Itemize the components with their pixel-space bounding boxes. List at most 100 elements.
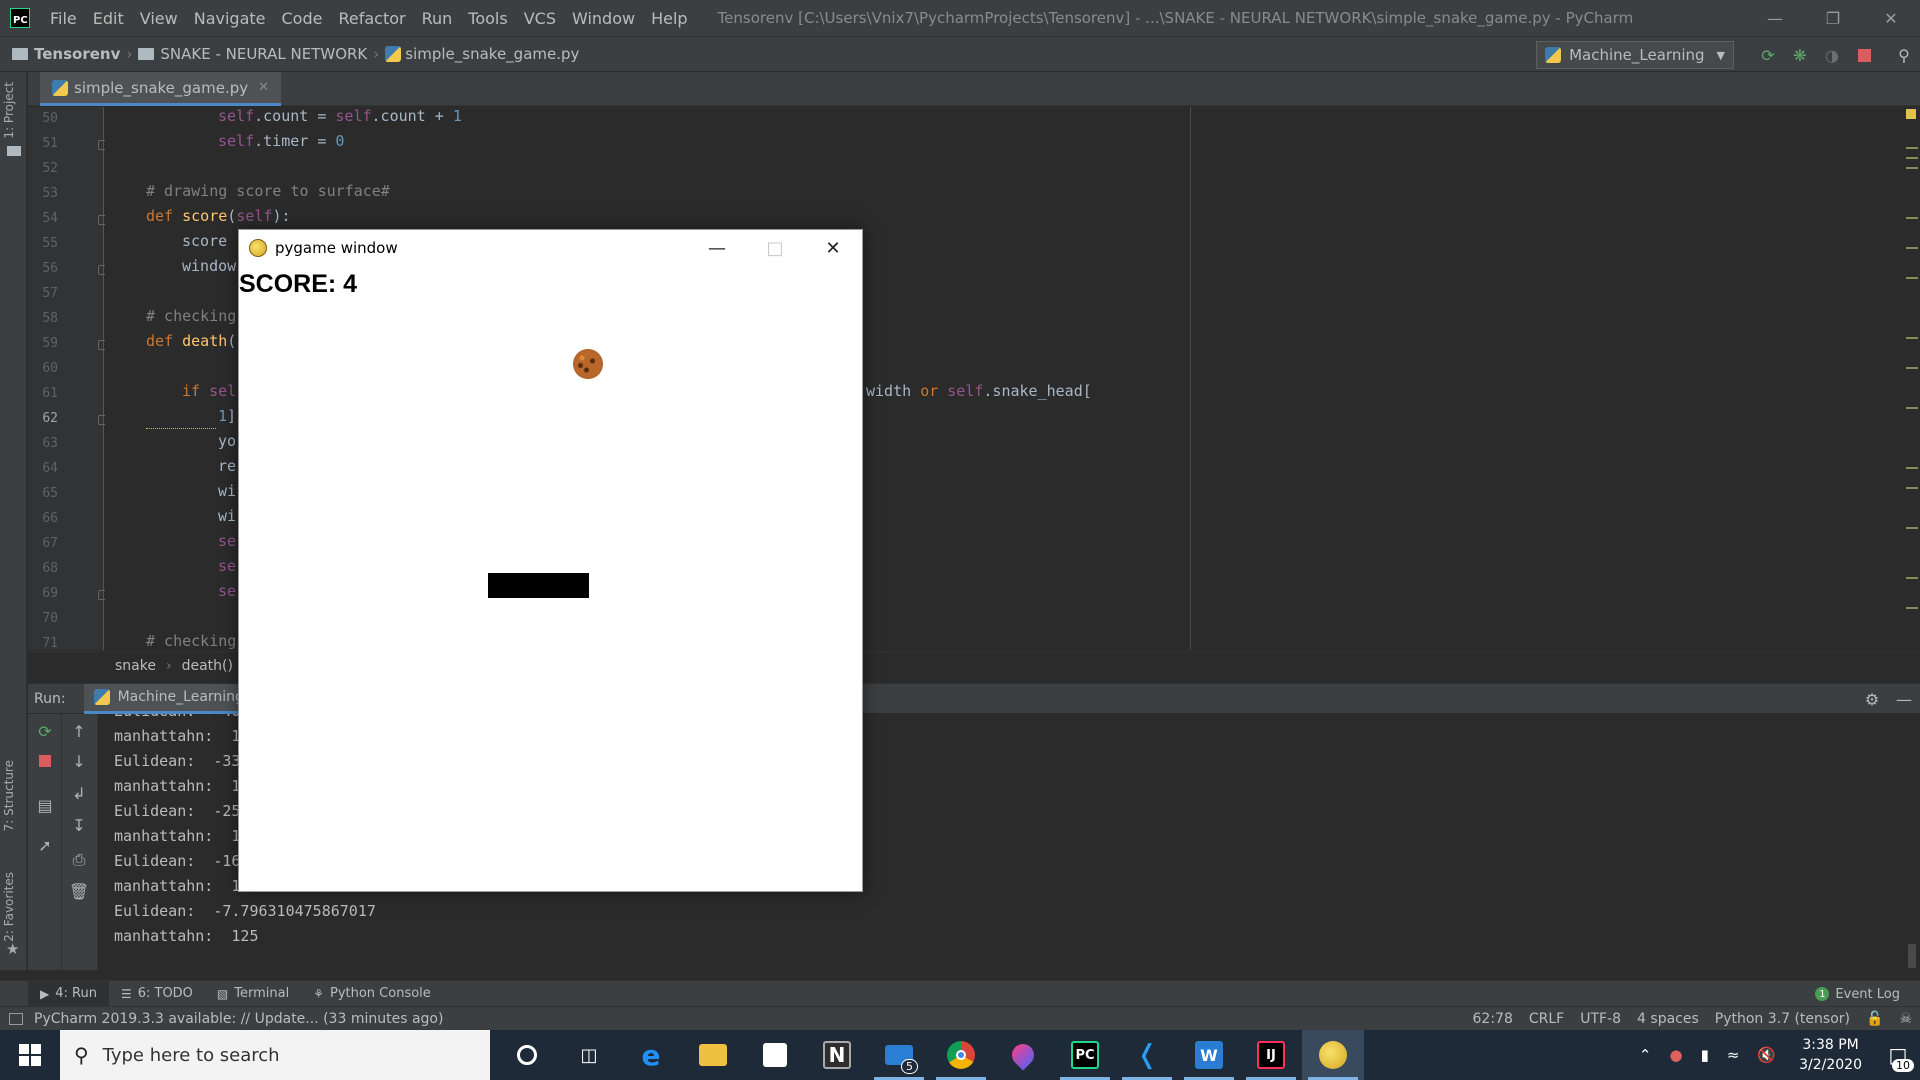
stop-icon[interactable]: [28, 752, 62, 771]
notification-center-button[interactable]: □ 10: [1876, 1030, 1920, 1080]
project-tool-tab[interactable]: 1: Project: [2, 82, 16, 139]
trash-icon[interactable]: 🗑: [62, 882, 96, 901]
pin-icon[interactable]: ➚: [28, 836, 62, 855]
minimize-panel-icon[interactable]: —: [1888, 690, 1920, 709]
word-app[interactable]: W: [1178, 1030, 1240, 1080]
editor-tab-simple-snake-game[interactable]: simple_snake_game.py ✕: [40, 72, 282, 106]
cortana-button[interactable]: [496, 1030, 558, 1080]
start-button[interactable]: [0, 1030, 60, 1080]
stripe-marker[interactable]: [1906, 407, 1918, 409]
arrow-down-icon[interactable]: ↓: [62, 752, 96, 771]
stripe-marker[interactable]: [1906, 487, 1918, 489]
close-icon[interactable]: ✕: [804, 230, 862, 266]
stripe-marker[interactable]: [1906, 157, 1918, 159]
menu-window[interactable]: Window: [564, 9, 643, 28]
minimize-icon[interactable]: —: [688, 230, 746, 266]
notion-app[interactable]: N: [806, 1030, 868, 1080]
soft-wrap-icon[interactable]: ↲: [62, 784, 96, 803]
pycharm-app[interactable]: PC: [1054, 1030, 1116, 1080]
scroll-to-end-icon[interactable]: ↧: [62, 816, 96, 835]
stripe-marker[interactable]: [1906, 607, 1918, 609]
tool-windows-toggle-icon[interactable]: [9, 1012, 23, 1025]
menu-help[interactable]: Help: [643, 9, 695, 28]
print-icon[interactable]: ⎙: [62, 850, 96, 870]
inspector-icon[interactable]: ☠: [1891, 1011, 1920, 1027]
search-icon[interactable]: ⚲: [1888, 41, 1920, 69]
breadcrumb-function[interactable]: death(): [182, 658, 233, 674]
pygame-title-bar[interactable]: pygame window — □ ✕: [239, 230, 862, 266]
close-tab-icon[interactable]: ✕: [258, 80, 269, 95]
gear-icon[interactable]: ⚙: [1856, 690, 1888, 709]
stripe-marker[interactable]: [1906, 467, 1918, 469]
pygame-window[interactable]: pygame window — □ ✕ SCORE: 4: [238, 229, 863, 892]
stripe-marker[interactable]: [1906, 527, 1918, 529]
stripe-marker[interactable]: [1906, 147, 1918, 149]
lock-icon[interactable]: 🔓: [1858, 1011, 1891, 1027]
stripe-marker[interactable]: [1906, 167, 1918, 169]
battery-icon[interactable]: ▮: [1692, 1046, 1718, 1064]
tab-run[interactable]: ▶ 4: Run: [28, 980, 109, 1007]
menu-refactor[interactable]: Refactor: [330, 9, 413, 28]
file-explorer-app[interactable]: [682, 1030, 744, 1080]
breadcrumb-class[interactable]: snake: [115, 658, 156, 674]
taskbar-clock[interactable]: 3:38 PM 3/2/2020: [1785, 1035, 1876, 1075]
python-interpreter[interactable]: Python 3.7 (tensor): [1707, 1011, 1858, 1027]
intellij-app[interactable]: IJ: [1240, 1030, 1302, 1080]
nav-crumb-folder[interactable]: SNAKE - NEURAL NETWORK: [138, 45, 367, 63]
file-encoding[interactable]: UTF-8: [1572, 1011, 1629, 1027]
console-scrollbar[interactable]: [1908, 944, 1916, 968]
menu-edit[interactable]: Edit: [85, 9, 132, 28]
menu-file[interactable]: File: [42, 9, 85, 28]
indent-setting[interactable]: 4 spaces: [1629, 1011, 1707, 1027]
caret-position[interactable]: 62:78: [1465, 1011, 1521, 1027]
stripe-marker[interactable]: [1906, 577, 1918, 579]
status-message[interactable]: PyCharm 2019.3.3 available: // Update...…: [34, 1011, 443, 1027]
menu-vcs[interactable]: VCS: [516, 9, 564, 28]
menu-tools[interactable]: Tools: [460, 9, 515, 28]
nav-crumb-project[interactable]: Tensorenv: [0, 45, 120, 63]
maps-app[interactable]: [992, 1030, 1054, 1080]
vscode-app[interactable]: ❬: [1116, 1030, 1178, 1080]
stop-icon[interactable]: [1848, 41, 1880, 69]
debug-bug-icon[interactable]: ❋: [1784, 41, 1816, 69]
stripe-marker[interactable]: [1906, 217, 1918, 219]
mail-app[interactable]: 5: [868, 1030, 930, 1080]
game-surface[interactable]: SCORE: 4: [239, 266, 862, 891]
store-app[interactable]: [744, 1030, 806, 1080]
layout-icon[interactable]: ▤: [28, 796, 62, 815]
rerun-icon[interactable]: ⟳: [28, 722, 62, 741]
restore-icon[interactable]: ❐: [1804, 0, 1862, 36]
chevron-up-icon[interactable]: ⌃: [1630, 1046, 1661, 1064]
line-separator[interactable]: CRLF: [1521, 1011, 1572, 1027]
stripe-marker[interactable]: [1906, 247, 1918, 249]
menu-run[interactable]: Run: [414, 9, 461, 28]
rerun-icon[interactable]: ⟳: [1752, 41, 1784, 69]
run-configuration-select[interactable]: Machine_Learning ▼: [1536, 41, 1734, 69]
nav-crumb-file[interactable]: simple_snake_game.py: [385, 45, 579, 63]
arrow-up-icon[interactable]: ↑: [62, 722, 96, 741]
menu-navigate[interactable]: Navigate: [186, 9, 274, 28]
task-view-button[interactable]: ◫: [558, 1030, 620, 1080]
taskbar-search-box[interactable]: ⚲ Type here to search: [60, 1030, 490, 1080]
error-stripe[interactable]: [1900, 107, 1920, 650]
stripe-marker[interactable]: [1906, 367, 1918, 369]
pycharm-app-icon[interactable]: PC: [10, 8, 30, 28]
profile-icon[interactable]: ◑: [1816, 41, 1848, 69]
close-icon[interactable]: ✕: [1862, 0, 1920, 36]
antivirus-icon[interactable]: ●: [1660, 1046, 1691, 1064]
menu-code[interactable]: Code: [274, 9, 331, 28]
tab-todo[interactable]: ☰ 6: TODO: [109, 981, 205, 1007]
menu-view[interactable]: View: [132, 9, 186, 28]
warning-indicator-icon[interactable]: [1906, 109, 1916, 119]
minimize-icon[interactable]: —: [1746, 0, 1804, 36]
edge-app[interactable]: e: [620, 1030, 682, 1080]
wifi-icon[interactable]: ≈: [1718, 1046, 1749, 1064]
event-log-tab[interactable]: 1 Event Log: [1815, 981, 1900, 1007]
pygame-taskbar-app[interactable]: [1302, 1030, 1364, 1080]
favorites-tool-tab[interactable]: 2: Favorites: [2, 872, 16, 942]
stripe-marker[interactable]: [1906, 277, 1918, 279]
tab-terminal[interactable]: ▧ Terminal: [205, 981, 301, 1007]
run-tab-machine-learning[interactable]: Machine_Learning: [83, 683, 254, 714]
stripe-marker[interactable]: [1906, 337, 1918, 339]
structure-tool-tab[interactable]: 7: Structure: [2, 760, 16, 831]
